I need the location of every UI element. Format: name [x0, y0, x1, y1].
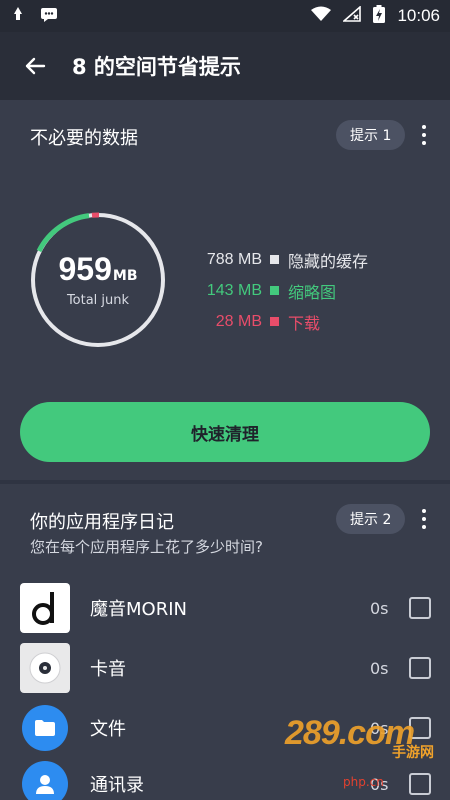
- legend-swatch: [270, 286, 279, 295]
- diary-more-options-icon[interactable]: [413, 504, 435, 534]
- legend-item-thumbnails: 143 MB 缩略图: [200, 275, 368, 306]
- clock: 10:06: [397, 6, 440, 25]
- quick-clean-button[interactable]: 快速清理: [20, 402, 430, 462]
- legend-size: 28 MB: [215, 312, 262, 330]
- legend-item-hidden-cache: 788 MB 隐藏的缓存: [200, 244, 368, 275]
- diary-section-subtitle: 您在每个应用程序上花了多少时间?: [30, 538, 263, 556]
- legend-size: 143 MB: [206, 281, 262, 299]
- watermark-subtext: 手游网: [392, 745, 434, 761]
- legend-label: 缩略图: [288, 282, 337, 302]
- message-icon: [40, 6, 58, 26]
- app-time: 0s: [370, 598, 389, 618]
- contacts-icon: [22, 761, 68, 800]
- app-name: 文件: [90, 719, 126, 740]
- battery-charging-icon: [373, 5, 386, 27]
- list-item[interactable]: 卡音 0s: [0, 638, 450, 698]
- tip-1-badge[interactable]: 提示 1: [336, 120, 406, 150]
- junk-ring-chart: 959MB Total junk: [28, 210, 168, 350]
- notification-icon: [10, 6, 26, 26]
- legend-size: 788 MB: [206, 250, 262, 268]
- junk-data-card: 不必要的数据 提示 1 959MB Total junk 788 MB 隐藏的缓…: [0, 100, 450, 480]
- app-bar: 8 的空间节省提示: [0, 32, 450, 100]
- watermark-site: php.cn: [343, 775, 384, 789]
- app-checkbox[interactable]: [409, 597, 431, 619]
- app-checkbox[interactable]: [409, 773, 431, 795]
- back-button[interactable]: [0, 32, 70, 100]
- total-junk-unit: MB: [112, 267, 138, 284]
- junk-more-options-icon[interactable]: [413, 120, 435, 150]
- morin-icon: [20, 583, 70, 633]
- status-bar: 10:06: [0, 0, 450, 32]
- signal-icon: [342, 5, 362, 26]
- legend-label: 隐藏的缓存: [288, 251, 369, 271]
- app-name: 魔音MORIN: [90, 599, 187, 620]
- app-time: 0s: [370, 658, 389, 678]
- folder-icon: [22, 705, 68, 751]
- legend-label: 下载: [288, 313, 321, 333]
- page-title: 8 的空间节省提示: [72, 55, 241, 79]
- wifi-icon: [311, 6, 332, 26]
- arrow-left-icon: [25, 57, 46, 75]
- list-item[interactable]: 魔音MORIN 0s: [0, 578, 450, 638]
- kayin-icon: [20, 643, 70, 693]
- app-checkbox[interactable]: [409, 657, 431, 679]
- legend-swatch: [270, 317, 279, 326]
- diary-section-title: 你的应用程序日记: [30, 512, 174, 533]
- total-junk-value: 959: [58, 250, 112, 287]
- app-name: 卡音: [90, 659, 126, 680]
- tip-2-badge[interactable]: 提示 2: [336, 504, 406, 534]
- junk-legend: 788 MB 隐藏的缓存 143 MB 缩略图 28 MB 下载: [200, 244, 368, 337]
- total-junk-label: Total junk: [66, 292, 130, 308]
- junk-section-title: 不必要的数据: [30, 128, 138, 149]
- legend-swatch: [270, 255, 279, 264]
- legend-item-downloads: 28 MB 下载: [200, 306, 368, 337]
- app-name: 通讯录: [90, 775, 144, 796]
